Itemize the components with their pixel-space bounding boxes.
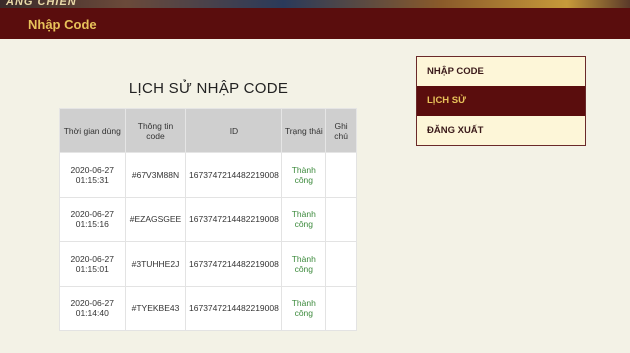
cell-status: Thành công bbox=[281, 196, 327, 242]
cell-id: 1673747214482219008 bbox=[185, 152, 283, 198]
col-header-time: Thời gian dùng bbox=[59, 108, 126, 153]
cell-note bbox=[325, 152, 357, 198]
cell-id: 1673747214482219008 bbox=[185, 196, 283, 242]
cell-code: #3TUHHE2J bbox=[124, 241, 187, 287]
cell-note bbox=[325, 285, 357, 331]
table-header-row: Thời gian dùng Thông tin code ID Trạng t… bbox=[59, 108, 357, 153]
cell-time: 2020-06-27 01:15:31 bbox=[59, 152, 126, 198]
col-header-id: ID bbox=[185, 108, 283, 153]
table-row: 2020-06-27 01:15:01 #3TUHHE2J 16737472144… bbox=[59, 241, 357, 287]
page-title: Nhập Code bbox=[28, 17, 97, 32]
cell-id: 1673747214482219008 bbox=[185, 241, 283, 287]
table-row: 2020-06-27 01:15:16 #EZAGSGEE 16737472144… bbox=[59, 196, 357, 242]
table-row: 2020-06-27 01:14:40 #TYEKBE43 16737472144… bbox=[59, 285, 357, 331]
cell-time: 2020-06-27 01:15:16 bbox=[59, 196, 126, 242]
cell-time: 2020-06-27 01:14:40 bbox=[59, 285, 126, 331]
col-header-code: Thông tin code bbox=[124, 108, 187, 153]
cell-code: #TYEKBE43 bbox=[124, 285, 187, 331]
cell-note bbox=[325, 196, 357, 242]
top-banner: ÂNG CHIẾN bbox=[0, 0, 630, 8]
cell-id: 1673747214482219008 bbox=[185, 285, 283, 331]
cell-status: Thành công bbox=[281, 152, 327, 198]
banner-text: ÂNG CHIẾN bbox=[6, 0, 77, 8]
menu-item-lich-su[interactable]: LỊCH SỬ bbox=[417, 86, 585, 116]
cell-code: #67V3M88N bbox=[124, 152, 187, 198]
cell-time: 2020-06-27 01:15:01 bbox=[59, 241, 126, 287]
menu-item-nhap-code[interactable]: NHẬP CODE bbox=[417, 57, 585, 86]
cell-code: #EZAGSGEE bbox=[124, 196, 187, 242]
col-header-note: Ghi chú bbox=[325, 108, 357, 153]
col-header-status: Trạng thái bbox=[281, 108, 327, 153]
menu-item-dang-xuat[interactable]: ĐĂNG XUẤT bbox=[417, 116, 585, 145]
cell-status: Thành công bbox=[281, 241, 327, 287]
cell-note bbox=[325, 241, 357, 287]
history-table: Thời gian dùng Thông tin code ID Trạng t… bbox=[59, 108, 357, 331]
history-title: LỊCH SỬ NHẬP CODE bbox=[128, 80, 289, 97]
table-row: 2020-06-27 01:15:31 #67V3M88N 16737472144… bbox=[59, 152, 357, 198]
header-bar: Nhập Code bbox=[0, 8, 630, 39]
cell-status: Thành công bbox=[281, 285, 327, 331]
side-menu: NHẬP CODE LỊCH SỬ ĐĂNG XUẤT bbox=[416, 56, 586, 146]
